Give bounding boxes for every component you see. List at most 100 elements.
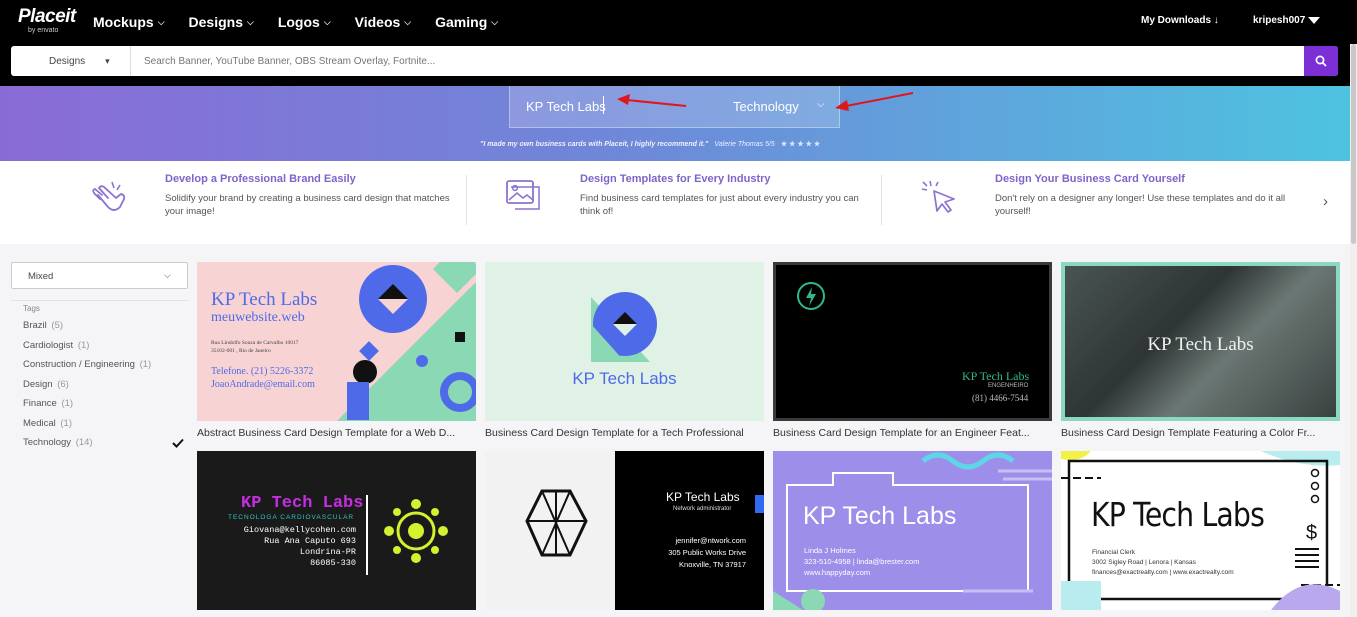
user-menu[interactable]: kripesh007: [1253, 15, 1305, 26]
card-line: JoaoAndrade@email.com: [211, 379, 315, 390]
card-line: Financial Clerk: [1092, 549, 1135, 556]
card-line: Telefone. (21) 5226-3372: [211, 366, 314, 377]
nav-mockups[interactable]: Mockups ⌵: [93, 14, 165, 30]
template-title[interactable]: Abstract Business Card Design Template f…: [197, 427, 487, 439]
tag-label: Finance: [23, 398, 57, 409]
arrow-to-name-input: [617, 94, 687, 107]
card-line: finances@exactrealty.com | www.exactreal…: [1092, 569, 1234, 576]
nav-videos[interactable]: Videos ⌵: [355, 14, 411, 30]
chevron-right-icon[interactable]: ›: [1323, 193, 1328, 210]
checkmark-icon: [172, 438, 184, 448]
tag-count: (6): [57, 379, 69, 390]
search-input[interactable]: [132, 46, 1302, 76]
tag-finance[interactable]: Finance (1): [23, 398, 73, 409]
tag-count: (14): [75, 437, 93, 448]
tag-design[interactable]: Design (6): [23, 379, 69, 390]
tag-label: Construction / Engineering: [23, 359, 135, 370]
main-menu: Mockups ⌵ Designs ⌵ Logos ⌵ Videos ⌵ Gaming ⌵: [93, 0, 522, 44]
nav-videos-label: Videos: [354, 14, 401, 30]
card-line: TECNOLOGA CARDIOVASCULAR: [228, 514, 355, 521]
card-line: 305 Public Works Drive: [668, 548, 746, 557]
template-thumbnail[interactable]: KP Tech Labs Linda J Holmes 323-510-4958…: [773, 451, 1052, 610]
card-line: meuwebsite.web: [211, 310, 305, 325]
download-arrow-icon: ↓: [1213, 15, 1219, 26]
card-brand: KP Tech Labs: [1091, 495, 1265, 534]
divider: [466, 175, 467, 225]
tag-label: Technology: [23, 437, 72, 448]
search-button[interactable]: [1304, 46, 1338, 76]
nav-gaming-label: Gaming: [435, 14, 488, 30]
template-thumbnail[interactable]: KP Tech Labs TECNOLOGA CARDIOVASCULAR Gi…: [197, 451, 476, 610]
card-line: Rua Lindolfo Souza de Carvalho 10017: [211, 340, 299, 346]
card-brand: KP Tech Labs: [666, 490, 740, 504]
tag-technology[interactable]: Technology (14): [23, 437, 93, 448]
card-line: jennifer@ntwork.com: [675, 536, 746, 545]
sort-select[interactable]: Mixed ⌵: [11, 262, 188, 289]
template-thumbnail[interactable]: KP Tech Labs Network administrator jenni…: [485, 451, 764, 610]
chevron-down-icon: ⌵: [157, 16, 165, 27]
hand-snap-icon: [92, 181, 126, 211]
card-brand: KP Tech Labs: [211, 289, 318, 310]
feature-diy: Design Your Business Card Yourself Don't…: [995, 173, 1295, 218]
nav-designs[interactable]: Designs ⌵: [189, 14, 254, 30]
nav-gaming[interactable]: Gaming ⌵: [435, 14, 498, 30]
logo-text: Placeit: [18, 6, 76, 27]
template-thumbnail[interactable]: KP Tech Labs ENGENHEIRO (81) 4466-7544: [773, 262, 1052, 421]
card-line: 35102-001 , Rio de Janeiro: [211, 348, 271, 354]
tag-count: (1): [139, 359, 152, 370]
nav-designs-label: Designs: [188, 14, 243, 30]
card-line: www.happyday.com: [804, 568, 871, 577]
feature-title: Design Your Business Card Yourself: [995, 173, 1185, 185]
arrow-to-industry-select: [835, 92, 914, 111]
tags-heading: Tags: [23, 304, 40, 313]
template-title[interactable]: Business Card Design Template for an Eng…: [773, 427, 1063, 439]
nav-logos[interactable]: Logos ⌵: [278, 14, 331, 30]
template-title[interactable]: Business Card Design Template Featuring …: [1061, 427, 1351, 439]
tag-count: (5): [51, 320, 64, 331]
image-templates-icon: [506, 180, 540, 210]
tag-brazil[interactable]: Brazil (5): [23, 320, 63, 331]
divider: [881, 175, 882, 225]
page-scrollbar[interactable]: [1350, 44, 1357, 617]
divider: [366, 495, 368, 575]
user-caret-icon[interactable]: [1308, 17, 1320, 24]
card-line: Linda J Holmes: [804, 546, 856, 555]
annotation-arrows: [617, 92, 914, 111]
template-title[interactable]: Business Card Design Template for a Tech…: [485, 427, 775, 439]
template-thumbnail[interactable]: KP Tech Labs: [485, 262, 764, 421]
card-line: Giovana@kellycohen.com: [243, 525, 356, 535]
tag-count: (1): [61, 398, 74, 409]
my-downloads-label: My Downloads: [1141, 15, 1212, 26]
my-downloads-link[interactable]: My Downloads ↓: [1141, 15, 1219, 26]
tag-medical[interactable]: Medical (1): [23, 418, 72, 429]
card-line: Londrina-PR: [299, 547, 356, 557]
hero-banner: KP Tech Labs Technology ⌵ "I made my own…: [0, 86, 1350, 161]
card-line: (81) 4466-7544: [972, 393, 1029, 403]
feature-text: Solidify your brand by creating a busine…: [165, 193, 450, 217]
molecule-icon: [384, 499, 448, 563]
placeit-logo[interactable]: Placeit by envato: [18, 7, 76, 35]
feature-text: Don't rely on a designer any longer! Use…: [995, 193, 1286, 217]
card-brand: KP Tech Labs: [241, 494, 364, 513]
chevron-down-icon: ⌵: [404, 16, 412, 27]
search-category-select[interactable]: Designs ▾: [11, 46, 131, 76]
tag-label: Medical: [23, 418, 56, 429]
feature-title: Develop a Professional Brand Easily: [165, 173, 356, 185]
chevron-down-icon: ⌵: [164, 270, 171, 280]
template-thumbnail[interactable]: $ KP Tech Labs Financial Clerk 3002 Sigl…: [1061, 451, 1340, 610]
chevron-down-icon: ⌵: [491, 16, 499, 27]
features-strip: Develop a Professional Brand Easily Soli…: [0, 161, 1350, 244]
feature-text: Find business card templates for just ab…: [580, 193, 859, 217]
logo-subtext: by envato: [28, 27, 59, 34]
search-category-label: Designs: [49, 55, 86, 67]
tag-construction-engineering[interactable]: Construction / Engineering (1): [23, 359, 151, 370]
scrollbar-thumb[interactable]: [1351, 44, 1356, 244]
template-thumbnail[interactable]: KP Tech Labs meuwebsite.web Rua Lindolfo…: [197, 262, 476, 421]
feature-brand: Develop a Professional Brand Easily Soli…: [165, 173, 465, 218]
template-thumbnail[interactable]: KP Tech Labs: [1061, 262, 1340, 421]
sort-value: Mixed: [28, 271, 54, 282]
card-brand: KP Tech Labs: [1147, 334, 1254, 355]
nav-mockups-label: Mockups: [93, 14, 154, 30]
card-line: 86085-330: [310, 558, 356, 568]
tag-cardiologist[interactable]: Cardiologist (1): [23, 340, 89, 351]
